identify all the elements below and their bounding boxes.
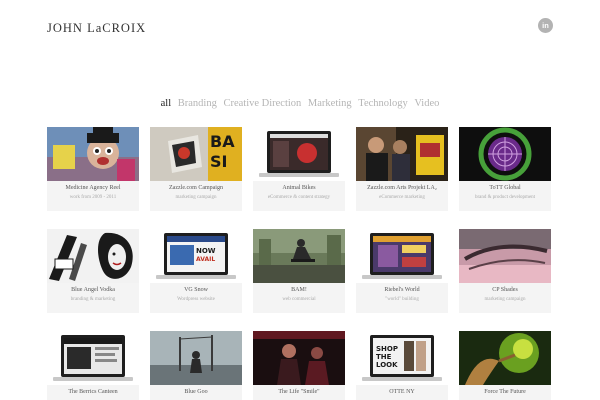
item-subtitle: work from 2009 - 2011 — [69, 195, 117, 200]
item-subtitle: web commercial — [282, 297, 316, 302]
item-title: The Life "Smile" — [278, 389, 320, 395]
item-title: Force The Future — [484, 389, 526, 395]
item-title: CP Shades — [492, 287, 518, 293]
thumbnail-image — [47, 229, 139, 283]
svg-text:NOW: NOW — [196, 247, 216, 255]
portfolio-item-vg-snow[interactable]: NOW AVAIL VG Snow Wordpress website — [150, 229, 242, 313]
item-title: BAM! — [291, 287, 307, 293]
filter-branding[interactable]: Branding — [178, 98, 217, 109]
thumbnail-image — [459, 127, 551, 181]
filter-marketing[interactable]: Marketing — [308, 98, 352, 109]
portfolio-item-zazzle-campaign[interactable]: BA SI Zazzle.com Campaign marketing camp… — [150, 127, 242, 211]
svg-text:THE: THE — [376, 353, 392, 361]
filter-all[interactable]: all — [161, 98, 172, 109]
thumbnail-image — [459, 229, 551, 283]
thumbnail-image: SHOP THE LOOK — [356, 331, 448, 385]
svg-text:SHOP: SHOP — [376, 345, 398, 353]
item-title: Blue Angel Vodka — [71, 287, 115, 293]
item-subtitle: marketing campaign — [175, 195, 217, 200]
item-subtitle: eCommerce & content strategy — [267, 195, 331, 200]
item-title: VG Snow — [184, 287, 208, 293]
item-subtitle: eCommerce marketing — [379, 195, 425, 200]
item-title: Riebel's World — [384, 287, 420, 293]
item-title: Zazzle.com Campaign — [169, 185, 223, 191]
thumbnail-image — [47, 331, 139, 385]
thumbnail-image — [47, 127, 139, 181]
portfolio-item-zazzle-arts-projekt[interactable]: Zazzle.com Arts Projekt LA₂ eCommerce ma… — [356, 127, 448, 211]
item-title: Animal Bikes — [282, 185, 316, 191]
portfolio-item-berrics-canteen[interactable]: The Berrics Canteen — [47, 331, 139, 400]
portfolio-item-blue-goo[interactable]: Blue Goo — [150, 331, 242, 400]
thumbnail-image — [253, 331, 345, 385]
thumbnail-image — [253, 229, 345, 283]
portfolio-item-riebels-world[interactable]: Riebel's World "world" building — [356, 229, 448, 313]
portfolio-item-tott-global[interactable]: ToTT Global brand & product development — [459, 127, 551, 211]
svg-text:SI: SI — [210, 152, 227, 171]
filter-creative-direction[interactable]: Creative Direction — [223, 98, 301, 109]
portfolio-item-cp-shades[interactable]: CP Shades marketing campaign — [459, 229, 551, 313]
item-subtitle: branding & marketing — [70, 297, 116, 302]
svg-text:BA: BA — [210, 132, 235, 151]
item-title: The Berrics Canteen — [68, 389, 118, 395]
item-title: Medicine Agency Reel — [65, 185, 121, 191]
thumbnail-image — [253, 127, 345, 181]
item-subtitle: "world" building — [385, 297, 419, 302]
portfolio-row: The Berrics Canteen Blue Goo The Life "S… — [47, 331, 552, 400]
item-subtitle: Wordpress website — [177, 297, 215, 302]
portfolio-item-otte-ny[interactable]: SHOP THE LOOK OTTE NY — [356, 331, 448, 400]
portfolio-item-the-life-smile[interactable]: The Life "Smile" — [253, 331, 345, 400]
thumbnail-image: NOW AVAIL — [150, 229, 242, 283]
portfolio-row: Blue Angel Vodka branding & marketing NO… — [47, 229, 552, 313]
site-title[interactable]: JOHN LaCROIX — [47, 21, 146, 36]
linkedin-icon[interactable]: in — [538, 18, 553, 33]
thumbnail-image — [356, 229, 448, 283]
portfolio-item-animal-bikes[interactable]: Animal Bikes eCommerce & content strateg… — [253, 127, 345, 211]
item-title: ToTT Global — [489, 185, 521, 191]
thumbnail-image — [150, 331, 242, 385]
thumbnail-image — [459, 331, 551, 385]
filter-video[interactable]: Video — [414, 98, 439, 109]
svg-text:LOOK: LOOK — [376, 361, 398, 369]
portfolio-item-medicine-agency-reel[interactable]: Medicine Agency Reel work from 2009 - 20… — [47, 127, 139, 211]
item-title: Zazzle.com Arts Projekt LA₂ — [367, 185, 437, 191]
portfolio-item-force-the-future[interactable]: Force The Future — [459, 331, 551, 400]
portfolio-row: Medicine Agency Reel work from 2009 - 20… — [47, 127, 552, 211]
portfolio-item-bam[interactable]: BAM! web commercial — [253, 229, 345, 313]
item-subtitle: brand & product development — [474, 195, 536, 200]
thumbnail-image — [356, 127, 448, 181]
thumbnail-image: BA SI — [150, 127, 242, 181]
portfolio-item-blue-angel-vodka[interactable]: Blue Angel Vodka branding & marketing — [47, 229, 139, 313]
item-title: Blue Goo — [184, 389, 208, 395]
portfolio-filter-nav: all Branding Creative Direction Marketin… — [0, 98, 600, 109]
filter-technology[interactable]: Technology — [358, 98, 407, 109]
item-subtitle: marketing campaign — [484, 297, 526, 302]
item-title: OTTE NY — [389, 389, 415, 395]
svg-text:AVAIL: AVAIL — [196, 256, 215, 263]
portfolio-grid: Medicine Agency Reel work from 2009 - 20… — [47, 127, 552, 400]
